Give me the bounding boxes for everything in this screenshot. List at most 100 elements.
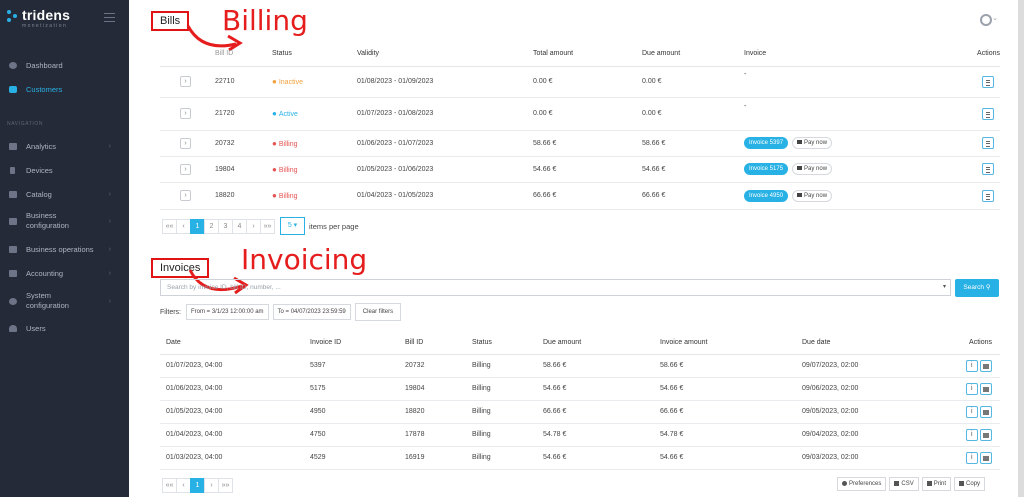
sidebar-item-business-configuration[interactable]: Business configuration ›	[7, 211, 123, 231]
info-button[interactable]	[966, 428, 979, 441]
copy-button[interactable]: Copy	[954, 477, 986, 492]
pager-first-button[interactable]: ««	[162, 478, 177, 493]
table-row[interactable]: 01/07/2023, 04:00 5397 20732 Billing 58.…	[160, 354, 1000, 378]
col-invoice: Invoice	[744, 42, 940, 67]
table-row[interactable]: 01/06/2023, 04:00 5175 19804 Billing 54.…	[160, 377, 1000, 401]
sidebar-item-dashboard[interactable]: Dashboard	[7, 61, 123, 70]
validity: 01/05/2023 - 01/06/2023	[357, 156, 533, 183]
payment-button[interactable]	[980, 405, 992, 418]
invoice-search-input[interactable]: Search by invoice ID, bill ID, number, .…	[160, 279, 951, 296]
pager-next-button[interactable]: ›	[204, 478, 219, 493]
payment-button[interactable]	[980, 428, 992, 441]
dropdown-arrow-icon[interactable]: ▾	[943, 280, 946, 295]
due-date: 09/05/2023, 02:00	[802, 400, 942, 424]
clear-filters-button[interactable]: Clear filters	[354, 303, 402, 321]
invoice-date: 01/03/2023, 04:00	[160, 446, 310, 470]
info-button[interactable]	[966, 405, 979, 418]
expand-row-button[interactable]: ›	[180, 108, 191, 119]
sidebar-item-devices[interactable]: Devices	[7, 166, 123, 175]
col-bill-id: Bill ID	[215, 42, 272, 67]
table-row[interactable]: 01/04/2023, 04:00 4750 17878 Billing 54.…	[160, 423, 1000, 447]
invoice-link-button[interactable]: Invoice 5175	[744, 163, 789, 175]
pager-last-button[interactable]: »»	[218, 478, 233, 493]
bill-id: 20732	[215, 130, 272, 157]
pager-next-button[interactable]: ›	[246, 218, 261, 234]
expand-row-button[interactable]: ›	[180, 163, 191, 175]
csv-button[interactable]: CSV	[889, 477, 919, 492]
pager-page-4[interactable]: 4	[232, 218, 247, 234]
sidebar-item-label: Catalog	[26, 190, 52, 199]
info-button[interactable]	[966, 451, 979, 464]
table-row[interactable]: › 20732 ● Billing 01/06/2023 - 01/07/2023…	[160, 130, 1000, 157]
payment-button[interactable]	[980, 382, 992, 395]
invoice-link-button[interactable]: Invoice 4950	[744, 189, 789, 202]
logo-icon	[7, 10, 19, 22]
pager-prev-button[interactable]: ‹	[176, 218, 191, 234]
pager-first-button[interactable]: ««	[162, 218, 177, 234]
row-actions-button[interactable]	[982, 75, 994, 88]
invoice-cell: -	[744, 97, 940, 131]
pager-last-button[interactable]: »»	[260, 218, 275, 234]
table-row[interactable]: 01/03/2023, 04:00 4529 16919 Billing 54.…	[160, 446, 1000, 470]
row-actions-button[interactable]	[982, 189, 994, 202]
sidebar-item-analytics[interactable]: Analytics ›	[7, 142, 123, 151]
filter-chip-from[interactable]: From = 3/1/23 12:00:00 am	[186, 304, 269, 320]
wallet-icon	[797, 192, 803, 197]
nav-section-label: NAVIGATION	[7, 121, 44, 127]
row-actions-button[interactable]	[982, 163, 994, 175]
sidebar-item-customers[interactable]: Customers	[7, 85, 123, 94]
print-button[interactable]: Print	[921, 477, 952, 492]
row-actions-button[interactable]	[982, 107, 994, 120]
table-row[interactable]: › 19804 ● Billing 01/05/2023 - 01/06/2023…	[160, 156, 1000, 183]
preferences-button[interactable]: Preferences	[837, 477, 887, 492]
bill-id: 18820	[405, 400, 472, 424]
pay-now-button[interactable]: Pay now	[792, 189, 833, 202]
sidebar-item-catalog[interactable]: Catalog ›	[7, 190, 123, 199]
invoice-id: 4750	[310, 423, 405, 447]
pager-page-1[interactable]: 1	[190, 218, 205, 234]
table-row[interactable]: › 22710 ● Inactive 01/08/2023 - 01/09/202…	[160, 66, 1000, 98]
pay-now-button[interactable]: Pay now	[792, 137, 833, 149]
pager-page-2[interactable]: 2	[204, 218, 219, 234]
status-dot-icon: ●	[272, 164, 277, 174]
brand-logo[interactable]: tridens monetization	[7, 8, 70, 29]
due-amount: 54.66 €	[543, 377, 660, 401]
wallet-icon	[797, 140, 803, 145]
file-icon	[894, 481, 900, 486]
items-per-page-select[interactable]: 5 ▾	[280, 217, 305, 235]
expand-row-button[interactable]: ›	[180, 190, 191, 201]
search-button[interactable]: Search ⚲	[955, 279, 999, 297]
filter-chip-to[interactable]: To = 04/07/2023 23:59:59	[272, 304, 351, 320]
expand-row-button[interactable]: ›	[180, 76, 191, 87]
bill-id: 19804	[405, 377, 472, 401]
table-row[interactable]: 01/05/2023, 04:00 4950 18820 Billing 66.…	[160, 400, 1000, 424]
invoice-link-button[interactable]: Invoice 5397	[744, 137, 789, 149]
expand-row-button[interactable]: ›	[180, 137, 191, 149]
status-badge: Inactive	[278, 79, 303, 86]
sidebar-item-label: Accounting	[26, 269, 64, 278]
payment-button[interactable]	[980, 359, 992, 372]
pager-page-1[interactable]: 1	[190, 478, 205, 493]
user-icon	[7, 324, 18, 333]
table-row[interactable]: › 21720 ● Active 01/07/2023 - 01/08/2023 …	[160, 97, 1000, 131]
bill-id: 18820	[215, 182, 272, 210]
sidebar-item-users[interactable]: Users	[7, 324, 123, 333]
sidebar-item-system-configuration[interactable]: System configuration ›	[7, 291, 123, 311]
settings-gear-icon[interactable]	[980, 14, 992, 26]
bill-id: 22710	[215, 66, 272, 98]
sidebar-item-accounting[interactable]: Accounting ›	[7, 269, 123, 278]
chevron-down-icon[interactable]: ⌄	[992, 14, 998, 22]
pager-prev-button[interactable]: ‹	[176, 478, 191, 493]
pay-now-button[interactable]: Pay now	[792, 163, 833, 175]
invoice-date: 01/05/2023, 04:00	[160, 400, 310, 424]
info-button[interactable]	[966, 359, 979, 372]
menu-toggle-icon[interactable]	[104, 13, 115, 25]
pager-page-3[interactable]: 3	[218, 218, 233, 234]
sidebar-item-label: Users	[26, 324, 46, 333]
payment-button[interactable]	[980, 451, 992, 464]
info-button[interactable]	[966, 382, 979, 395]
scrollbar[interactable]	[1018, 0, 1024, 497]
row-actions-button[interactable]	[982, 137, 994, 149]
sidebar-item-business-operations[interactable]: Business operations ›	[7, 245, 123, 254]
table-row[interactable]: › 18820 ● Billing 01/04/2023 - 01/05/2023…	[160, 182, 1000, 210]
